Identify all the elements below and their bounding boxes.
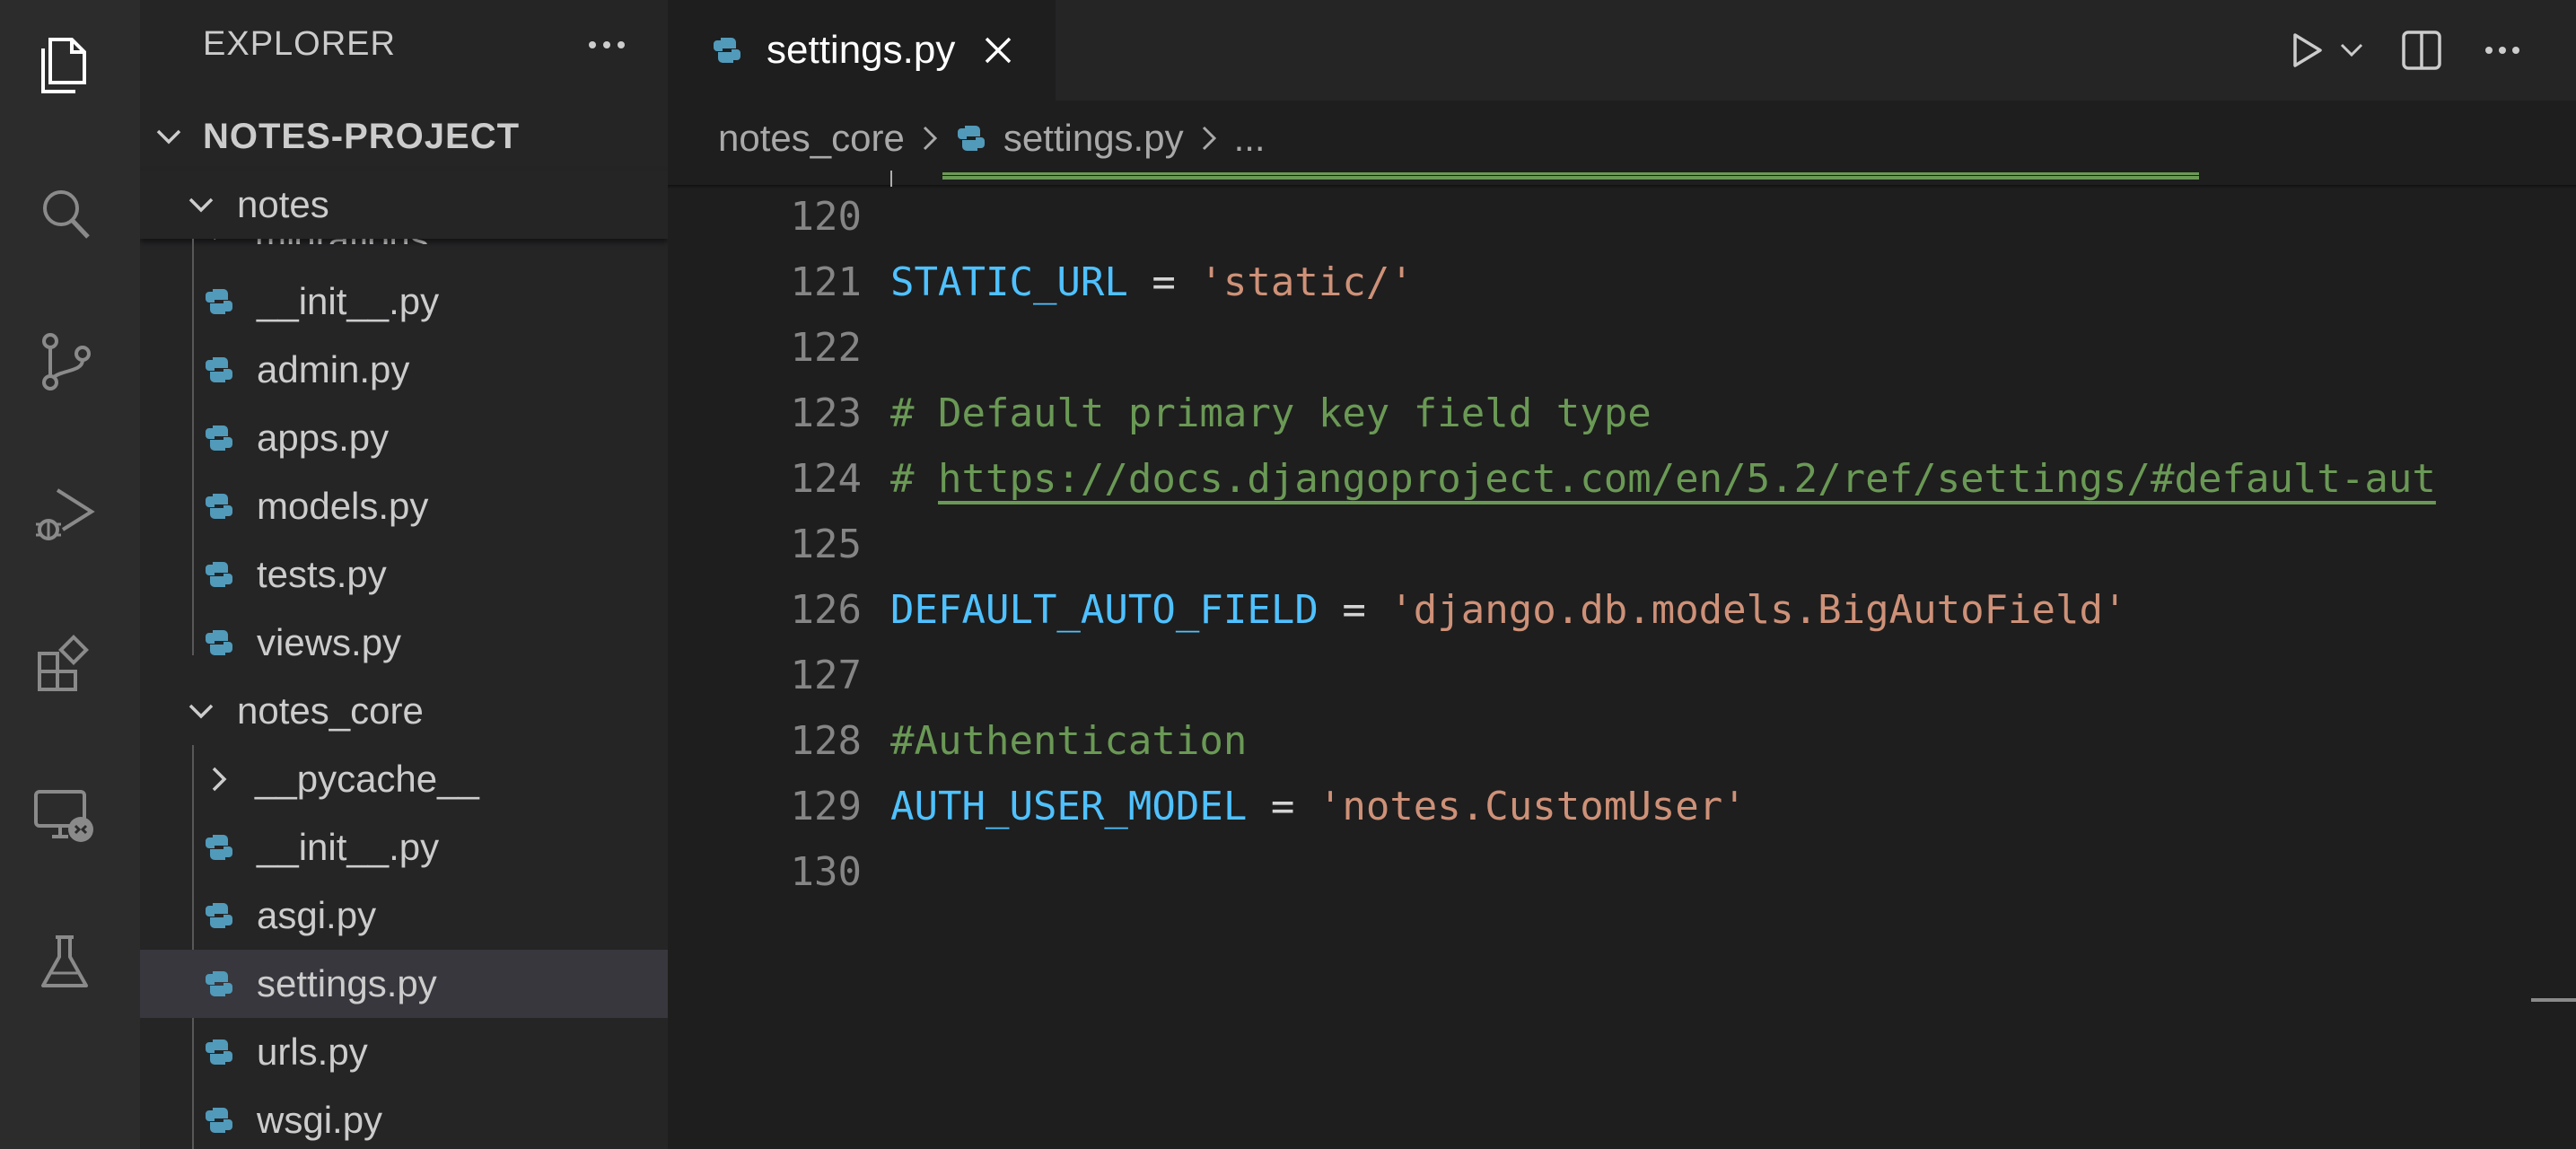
chevron-right-icon: [1193, 122, 1225, 154]
folder-label: notes: [237, 183, 329, 225]
breadcrumb-bar: notes_core settings.py ...: [668, 101, 2576, 176]
breadcrumb-folder[interactable]: notes_core: [718, 117, 905, 160]
file-label: models.py: [257, 485, 429, 527]
line-number: 128: [790, 718, 862, 764]
scrollbar-marker[interactable]: [2531, 998, 2576, 1002]
file-label: tests.py: [257, 553, 387, 595]
line-number: 130: [790, 849, 862, 895]
chevron-down-icon: [153, 120, 185, 153]
explorer-title: EXPLORER: [203, 25, 396, 63]
breadcrumb-file[interactable]: settings.py: [1003, 117, 1184, 160]
tree-file[interactable]: tests.py: [140, 540, 668, 609]
python-file-icon: [203, 627, 235, 659]
chevron-right-icon: [203, 763, 235, 795]
line-number: 120: [790, 194, 862, 240]
text-cursor: [890, 171, 892, 187]
line-number: 124: [790, 456, 862, 502]
file-label: wsgi.py: [257, 1099, 383, 1141]
more-actions-icon[interactable]: [571, 18, 643, 72]
tree-folder-notes[interactable]: notes: [140, 171, 668, 239]
explorer-sidebar: EXPLORER NOTES-PROJECT migrations notes …: [140, 0, 668, 1149]
link-underline: [942, 176, 2199, 180]
python-file-icon: [203, 354, 235, 386]
tree-folder-notes-core[interactable]: notes_core: [140, 677, 668, 745]
tree-file[interactable]: admin.py: [140, 336, 668, 404]
file-label: __init__.py: [257, 280, 440, 322]
breadcrumb: notes_core settings.py ...: [718, 101, 1266, 176]
extensions-icon[interactable]: [27, 627, 102, 702]
tree-file[interactable]: views.py: [140, 609, 668, 677]
file-label: __init__.py: [257, 826, 440, 868]
line-number: 125: [790, 522, 862, 567]
tree-file-selected[interactable]: settings.py: [140, 950, 668, 1018]
files-icon[interactable]: [27, 27, 102, 102]
line-number: 126: [790, 587, 862, 633]
line-number: 121: [790, 259, 862, 305]
chevron-down-icon: [185, 695, 217, 727]
file-label: asgi.py: [257, 894, 377, 936]
search-icon[interactable]: [27, 176, 102, 251]
folder-label: __pycache__: [255, 758, 479, 800]
tree-folder-pycache[interactable]: __pycache__: [140, 745, 668, 813]
python-file-icon: [203, 422, 235, 454]
python-file-icon: [203, 831, 235, 864]
code-line-124: # https://docs.djangoproject.com/en/5.2/…: [890, 456, 2436, 502]
line-number: 127: [790, 653, 862, 698]
code-line-126: DEFAULT_AUTO_FIELD = 'django.db.models.B…: [890, 587, 2127, 633]
project-folder[interactable]: NOTES-PROJECT: [140, 102, 668, 171]
python-file-icon: [203, 1036, 235, 1068]
python-file-icon: [203, 899, 235, 932]
python-file-icon: [203, 285, 235, 318]
python-file-icon: [955, 122, 987, 154]
file-label: views.py: [257, 621, 402, 663]
breadcrumb-symbol[interactable]: ...: [1234, 117, 1266, 160]
line-number: 129: [790, 784, 862, 829]
python-file-icon: [203, 1104, 235, 1136]
file-label: urls.py: [257, 1031, 368, 1073]
tree-file[interactable]: __init__.py: [140, 813, 668, 881]
line-number: 122: [790, 325, 862, 371]
chevron-down-icon: [185, 189, 217, 221]
python-file-icon: [203, 490, 235, 522]
python-file-icon: [203, 558, 235, 591]
file-label: apps.py: [257, 417, 390, 459]
folder-label: notes_core: [237, 689, 424, 732]
file-label: settings.py: [257, 962, 437, 1004]
run-debug-icon[interactable]: [27, 478, 102, 553]
line-number: 123: [790, 390, 862, 436]
link-underline: [942, 172, 2199, 175]
docs-link[interactable]: https://docs.djangoproject.com/en/5.2/re…: [938, 456, 2436, 502]
activity-bar: [0, 0, 140, 1149]
chevron-right-icon: [914, 122, 946, 154]
tree-file[interactable]: wsgi.py: [140, 1086, 668, 1149]
tree-file[interactable]: asgi.py: [140, 881, 668, 950]
code-line-121: STATIC_URL = 'static/': [890, 259, 1414, 305]
code-line-123: # Default primary key field type: [890, 390, 1652, 436]
python-file-icon: [203, 968, 235, 1000]
file-label: admin.py: [257, 348, 410, 390]
tree-file[interactable]: __init__.py: [140, 268, 668, 336]
project-name: NOTES-PROJECT: [203, 116, 521, 156]
testing-icon[interactable]: [27, 925, 102, 1000]
code-line-129: AUTH_USER_MODEL = 'notes.CustomUser': [890, 784, 1747, 829]
scroll-shadow: [668, 185, 2576, 189]
tree-file[interactable]: apps.py: [140, 404, 668, 472]
code-line-128: #Authentication: [890, 718, 1248, 764]
source-control-icon[interactable]: [27, 323, 102, 399]
editor-area: settings.py 120 121 122 123 124 125 126 …: [668, 0, 2576, 1149]
remote-explorer-icon[interactable]: [27, 777, 102, 853]
tree-file[interactable]: urls.py: [140, 1018, 668, 1086]
tree-file[interactable]: models.py: [140, 472, 668, 540]
